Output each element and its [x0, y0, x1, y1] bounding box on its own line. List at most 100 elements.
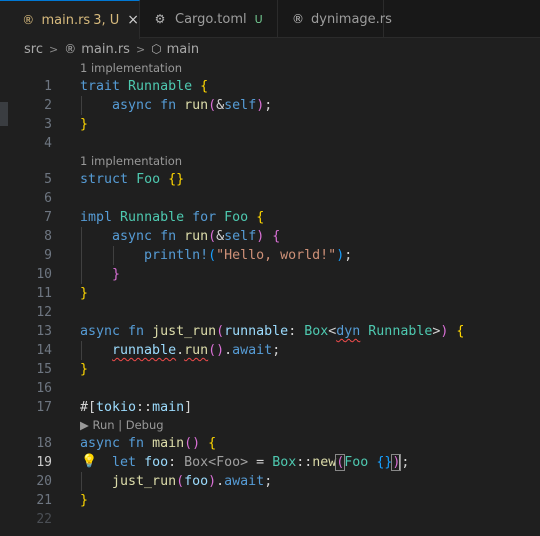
code-line-2: 2 async fn run(&self);	[0, 96, 540, 115]
line-number: 10	[36, 267, 52, 282]
token-punct: ;	[272, 343, 281, 358]
token-keyword: fn	[160, 229, 177, 244]
rust-file-icon: ®	[292, 12, 304, 26]
tab-label: dynimage.rs	[311, 11, 392, 27]
line-number: 18	[36, 436, 52, 451]
chevron-right-icon: >	[135, 42, 146, 56]
code-line-9: 9 println!("Hello, world!");	[0, 246, 540, 265]
line-number: 16	[36, 381, 52, 396]
code-line-4: 4	[0, 134, 540, 153]
token-keyword: let	[112, 455, 137, 470]
line-number: 17	[36, 400, 52, 415]
token-keyword: trait	[80, 79, 121, 94]
code-line-19: 19 💡 let foo: Box<Foo> = Box::new(Foo {}…	[0, 453, 540, 472]
token-bracket: {}	[168, 172, 185, 187]
tab-main-rs[interactable]: ® main.rs 3, U ×	[0, 0, 140, 39]
token-bracket: }	[80, 117, 89, 132]
token-attribute: #[	[80, 400, 97, 415]
code-line-10: 10 }	[0, 265, 540, 284]
tab-problem-status: 3, U	[93, 12, 120, 28]
code-line-11: 11 }	[0, 284, 540, 303]
tab-cargo-toml[interactable]: ⚙ Cargo.toml U	[140, 0, 278, 38]
token-keyword: self	[224, 98, 257, 113]
codelens-row: 1 implementation	[0, 153, 540, 170]
token-bracket: (	[208, 248, 217, 263]
symbol-method-icon: ⬡	[151, 42, 162, 56]
codelens-implementations[interactable]: 1 implementation	[80, 153, 182, 170]
code-line-18: 18 async fn main() {	[0, 434, 540, 453]
token-punct: =	[248, 455, 273, 470]
line-number-current: 19	[36, 455, 52, 470]
line-number: 7	[44, 210, 52, 225]
token-function: run	[184, 98, 209, 113]
code-line-17: 17 #[tokio::main]	[0, 398, 540, 417]
close-icon[interactable]: ×	[127, 12, 139, 28]
breadcrumb-symbol[interactable]: main	[167, 42, 199, 57]
code-line-14: 14 runnable.run().await;	[0, 341, 540, 360]
text-cursor: ;	[399, 455, 410, 470]
breadcrumb: src > ® main.rs > ⬡ main	[0, 38, 540, 60]
line-number: 11	[36, 286, 52, 301]
line-number: 14	[36, 343, 52, 358]
token-type: Foo	[344, 455, 369, 470]
breadcrumb-file[interactable]: main.rs	[81, 42, 130, 57]
token-type: Runnable	[128, 79, 193, 94]
code-line-5: 5 struct Foo {}	[0, 170, 540, 189]
token-punct: ::	[136, 400, 153, 415]
rust-file-icon: ®	[22, 13, 35, 27]
codelens-row: ▶ Run | Debug	[0, 417, 540, 434]
token-string: "Hello, world!"	[216, 248, 337, 263]
token-bracket: }	[80, 493, 89, 508]
token-bracket: {	[256, 210, 265, 225]
code-line-8: 8 async fn run(&self) {	[0, 227, 540, 246]
token-punct: :	[288, 324, 305, 339]
token-punct: &	[216, 229, 225, 244]
code-line-7: 7 impl Runnable for Foo {	[0, 208, 540, 227]
line-number: 1	[44, 79, 52, 94]
line-number: 3	[44, 117, 52, 132]
code-editor[interactable]: 1 implementation 1 trait Runnable { 2 as…	[0, 60, 540, 536]
token-type: Runnable	[120, 210, 185, 225]
tab-label: Cargo.toml	[175, 11, 247, 27]
token-keyword: async	[80, 436, 121, 451]
token-type: Box	[272, 455, 297, 470]
token-keyword: fn	[160, 98, 177, 113]
inlay-type-hint: Box<Foo>	[184, 455, 249, 470]
token-bracket: (	[176, 474, 185, 489]
rust-file-icon: ®	[64, 42, 77, 56]
token-bracket: )	[208, 474, 217, 489]
line-number: 4	[44, 136, 52, 151]
tab-dynimage-rs[interactable]: ® dynimage.rs	[278, 0, 392, 38]
token-bracket: ()	[208, 343, 225, 358]
token-variable: runnable	[224, 324, 289, 339]
token-bracket: }	[80, 286, 89, 301]
token-keyword: self	[224, 229, 257, 244]
token-punct: &	[216, 98, 225, 113]
token-bracket: )	[440, 324, 449, 339]
gear-icon: ⚙	[154, 12, 166, 26]
code-line-12: 12	[0, 303, 540, 322]
line-number: 5	[44, 172, 52, 187]
breadcrumb-src[interactable]: src	[24, 42, 43, 57]
token-function-error[interactable]: run	[184, 343, 208, 358]
line-number: 22	[36, 512, 52, 527]
token-bracket: {	[208, 436, 217, 451]
codelens-run-debug[interactable]: ▶ Run | Debug	[80, 417, 164, 434]
token-punct: :	[168, 455, 185, 470]
token-variable-error[interactable]: runnable	[112, 343, 176, 358]
token-keyword: for	[192, 210, 217, 225]
token-keyword-error[interactable]: dyn	[336, 324, 360, 339]
token-path: tokio	[96, 400, 137, 415]
token-type: Runnable	[368, 324, 433, 339]
token-bracket: }	[80, 362, 89, 377]
token-keyword: async	[112, 229, 153, 244]
token-function: just_run	[152, 324, 217, 339]
codelens-implementations[interactable]: 1 implementation	[80, 60, 182, 77]
token-keyword: fn	[128, 436, 145, 451]
token-function: run	[184, 229, 209, 244]
token-variable: foo	[184, 474, 209, 489]
token-bracket: {	[456, 324, 465, 339]
line-number: 8	[44, 229, 52, 244]
chevron-right-icon: >	[48, 42, 59, 56]
token-keyword: await	[232, 343, 273, 358]
